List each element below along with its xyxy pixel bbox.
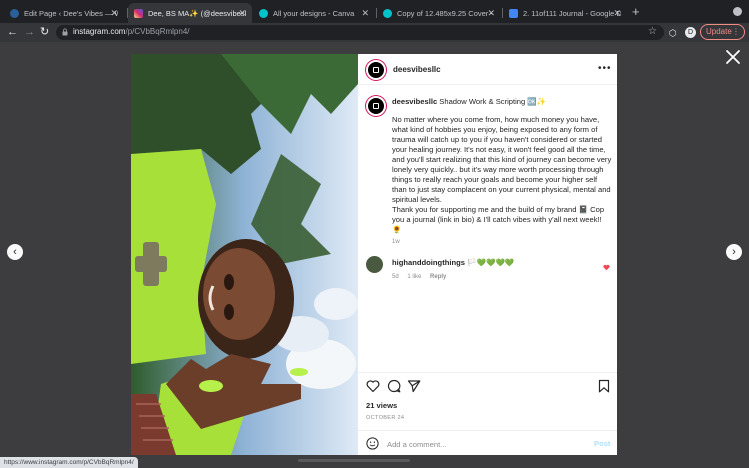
- view-count[interactable]: 21 views: [366, 401, 397, 410]
- new-tab-button[interactable]: +: [632, 4, 640, 19]
- comment-text: highanddoingthings 🏳️💚💚💚💚: [392, 258, 514, 267]
- tab-canva-designs[interactable]: All your designs - Canva ✕: [253, 3, 375, 23]
- comment-like-icon[interactable]: [603, 264, 610, 271]
- horizontal-scrollbar[interactable]: [298, 459, 410, 462]
- tab-instagram[interactable]: Dee, BS MA✨ (@deesvibesll ✕: [128, 3, 252, 23]
- post-caption: deesvibesllc Shadow Work & Scripting 🆗✨ …: [392, 97, 612, 247]
- tab-title: 2. 11of111 Journal - Google D: [523, 8, 621, 18]
- extensions-icon[interactable]: ⬡: [669, 26, 677, 40]
- brand-logo-icon: [373, 103, 379, 109]
- post-actions: 21 views OCTOBER 24 Post: [358, 372, 617, 455]
- tab-title: Copy of 12.485x9.25 Cover - T: [397, 8, 495, 18]
- lock-icon: [62, 28, 68, 36]
- caption-body: No matter where you come from, how much …: [392, 115, 612, 234]
- profile-avatar[interactable]: D: [685, 27, 696, 38]
- tab-title: All your designs - Canva: [273, 8, 355, 18]
- close-tab-icon[interactable]: ✕: [238, 8, 246, 19]
- save-bookmark-icon[interactable]: [597, 379, 611, 393]
- caption-title: Shadow Work & Scripting 🆗✨: [439, 97, 547, 106]
- like-heart-icon[interactable]: [366, 379, 380, 393]
- reload-button[interactable]: ↻: [40, 25, 49, 39]
- tab-strip: Edit Page ‹ Dee's Vibes — Wo ✕ Dee, BS M…: [0, 0, 749, 23]
- post-photo[interactable]: [131, 54, 358, 455]
- google-docs-icon: [509, 8, 518, 18]
- back-button[interactable]: ←: [7, 25, 18, 39]
- post-date: OCTOBER 24: [366, 415, 405, 421]
- close-tab-icon[interactable]: ✕: [361, 8, 369, 19]
- post-detail-panel: deesvibesllc ••• deesvibesllc Shadow Wor…: [358, 54, 617, 455]
- bookmark-star-icon[interactable]: ☆: [648, 26, 657, 37]
- caption-age: 1w: [392, 239, 400, 245]
- share-icon[interactable]: [407, 379, 421, 393]
- update-button[interactable]: Update ⋮: [700, 24, 745, 40]
- post-photo-image: [131, 54, 358, 455]
- post-header: deesvibesllc •••: [358, 54, 617, 85]
- browser-toolbar: ← → ↻ instagram.com/p/CVbBqRmlpn4/ ☆ ⬡ D…: [0, 23, 749, 42]
- tab-google-docs[interactable]: 2. 11of111 Journal - Google D ✕: [503, 3, 627, 23]
- more-options-icon[interactable]: •••: [598, 63, 612, 74]
- forward-button[interactable]: →: [24, 25, 35, 39]
- comment-body: 🏳️💚💚💚💚: [467, 258, 515, 267]
- profile-avatar[interactable]: [366, 60, 386, 80]
- emoji-icon[interactable]: [366, 437, 379, 450]
- previous-post-button[interactable]: ‹: [7, 244, 23, 260]
- close-tab-icon[interactable]: ✕: [613, 8, 621, 19]
- tab-wordpress[interactable]: Edit Page ‹ Dee's Vibes — Wo ✕: [4, 3, 124, 23]
- canva-icon: [383, 8, 392, 18]
- wordpress-icon: [10, 8, 19, 18]
- brand-logo-icon: [373, 67, 379, 73]
- close-tab-icon[interactable]: ✕: [487, 8, 495, 19]
- post-username[interactable]: deesvibesllc: [393, 65, 441, 74]
- comment-bubble-icon[interactable]: [387, 379, 401, 393]
- status-bar-url: https://www.instagram.com/p/CVbBqRmlpn4/: [0, 457, 138, 468]
- reply-button[interactable]: Reply: [430, 274, 446, 280]
- tab-title: Edit Page ‹ Dee's Vibes — Wo: [24, 8, 118, 18]
- commenter-avatar[interactable]: [366, 256, 383, 273]
- next-post-button[interactable]: ›: [726, 244, 742, 260]
- comment-meta: 5d 1 like Reply: [392, 274, 453, 280]
- comment-input[interactable]: [387, 438, 577, 450]
- address-bar[interactable]: instagram.com/p/CVbBqRmlpn4/ ☆: [56, 25, 664, 40]
- tab-search-icon[interactable]: [733, 7, 742, 16]
- close-tab-icon[interactable]: ✕: [110, 8, 118, 19]
- close-modal-icon[interactable]: [724, 48, 742, 66]
- caption-username[interactable]: deesvibesllc: [392, 97, 437, 106]
- post-comment-button[interactable]: Post: [594, 439, 610, 448]
- commenter-username[interactable]: highanddoingthings: [392, 258, 465, 267]
- add-comment-bar: Post: [358, 430, 617, 456]
- comment-likes[interactable]: 1 like: [407, 274, 421, 280]
- comment-age: 5d: [392, 274, 399, 280]
- tab-title: Dee, BS MA✨ (@deesvibesll: [148, 8, 246, 18]
- canva-icon: [259, 8, 268, 18]
- caption-avatar[interactable]: [366, 96, 386, 116]
- url-text: instagram.com/p/CVbBqRmlpn4/: [73, 27, 190, 36]
- tab-canva-cover[interactable]: Copy of 12.485x9.25 Cover - T ✕: [377, 3, 501, 23]
- instagram-icon: [134, 8, 143, 18]
